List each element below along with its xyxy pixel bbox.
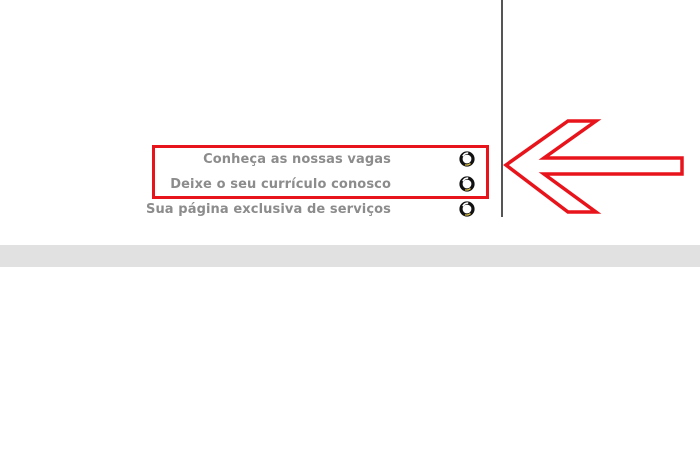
menu-item-servicos[interactable]: Sua página exclusiva de serviços: [140, 200, 480, 220]
menu-item-label[interactable]: Sua página exclusiva de serviços: [146, 202, 391, 217]
separator-band: [0, 245, 700, 267]
highlight-box: [152, 145, 489, 199]
circle-bullet-icon[interactable]: [459, 201, 475, 217]
arrow-left-icon: [503, 119, 684, 214]
